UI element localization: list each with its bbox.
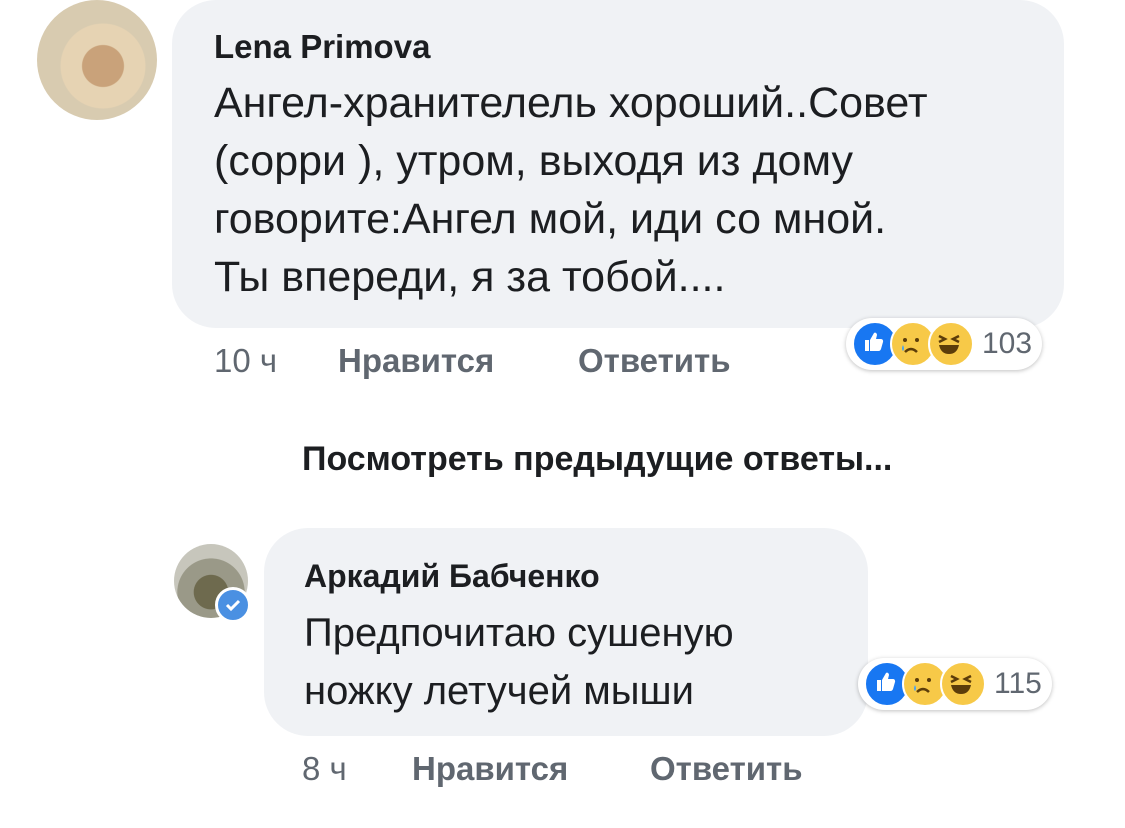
reaction-summary[interactable]: 103 — [846, 318, 1043, 370]
reaction-count: 115 — [994, 667, 1042, 700]
comment-author[interactable]: Lena Primova — [214, 28, 430, 66]
reaction-count: 103 — [982, 327, 1033, 360]
comment-text: Предпочитаю сушеную ножку летучей мыши — [304, 611, 734, 713]
comment-bubble: Аркадий Бабченко Предпочитаю сушеную нож… — [264, 528, 868, 736]
view-previous-replies-link[interactable]: Посмотреть предыдущие ответы... — [302, 440, 892, 479]
laughing-face-icon — [940, 661, 986, 707]
comment-text: Ангел-хранителель хороший..Совет (сорри … — [214, 79, 928, 301]
reply-button[interactable]: Ответить — [578, 342, 731, 380]
comment-bubble: Lena Primova Ангел-хранителель хороший..… — [172, 0, 1064, 328]
comment-author[interactable]: Аркадий Бабченко — [304, 558, 600, 595]
reply-button[interactable]: Ответить — [650, 750, 803, 788]
avatar-lena-primova[interactable] — [37, 0, 157, 120]
comment-timestamp[interactable]: 8 ч — [302, 750, 347, 788]
comment-timestamp[interactable]: 10 ч — [214, 342, 277, 380]
reaction-summary[interactable]: 115 — [858, 658, 1052, 710]
like-button[interactable]: Нравится — [412, 750, 568, 788]
laughing-face-icon — [928, 321, 974, 367]
like-button[interactable]: Нравится — [338, 342, 494, 380]
verified-badge-icon — [215, 587, 251, 623]
